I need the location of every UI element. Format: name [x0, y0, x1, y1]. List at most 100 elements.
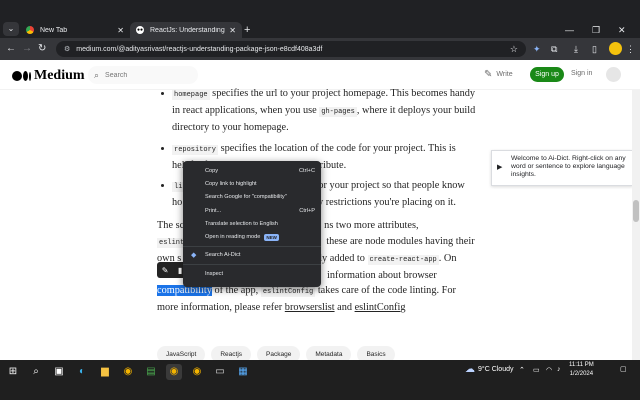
- list-item: homepage specifies the url to your proje…: [157, 86, 477, 136]
- download-icon[interactable]: ⤓: [574, 42, 578, 56]
- menu-item-inspect[interactable]: Inspect: [183, 267, 321, 280]
- minimize-icon[interactable]: —: [565, 22, 574, 38]
- extension-ai-icon[interactable]: ✦: [533, 42, 541, 56]
- text: tly added to: [316, 252, 368, 264]
- tab-medium-article[interactable]: ●● ReactJs: Understanding packag ✕: [130, 22, 242, 38]
- medium-logo-icon: [12, 71, 31, 81]
- ai-dict-icon: ◆: [191, 252, 197, 260]
- text: and: [334, 302, 355, 314]
- user-avatar-icon[interactable]: [606, 67, 621, 82]
- battery-icon[interactable]: ▭: [533, 366, 540, 374]
- system-clock[interactable]: 11:11 PM 1/2/2024: [569, 361, 594, 379]
- menu-item-search-google[interactable]: Search Google for "compatibility": [183, 191, 321, 204]
- menu-item-copy[interactable]: Copy Ctrl+C: [183, 164, 321, 177]
- search-icon: ⌕: [94, 69, 100, 80]
- menu-item-translate[interactable]: Translate selection to English: [183, 217, 321, 230]
- task-view-icon[interactable]: ▣: [51, 364, 67, 380]
- weather-widget[interactable]: ☁ 9°C Cloudy: [465, 364, 513, 375]
- menu-item-print[interactable]: Print... Ctrl+P: [183, 204, 321, 217]
- browserslist-link[interactable]: browserslist: [285, 302, 335, 313]
- windows-start-icon[interactable]: ⊞: [5, 364, 21, 380]
- text: The sc: [157, 220, 185, 232]
- reload-icon[interactable]: ↻: [38, 43, 46, 55]
- wifi-icon[interactable]: ◠: [546, 366, 552, 374]
- chrome-icon: [26, 26, 34, 34]
- menu-divider: [183, 245, 321, 247]
- text: any restrictions you're placing on it.: [308, 197, 456, 209]
- menu-item-search-ai-dict[interactable]: ◆ Search Ai-Dict: [183, 249, 321, 262]
- search-input[interactable]: [105, 71, 186, 79]
- response-icon[interactable]: ▮: [178, 266, 182, 275]
- inline-code: gh-pages: [319, 107, 357, 118]
- restore-icon[interactable]: ❐: [592, 22, 600, 38]
- write-button[interactable]: ✎ Write: [484, 69, 513, 80]
- bookmark-star-icon[interactable]: ☆: [510, 44, 518, 55]
- site-info-icon[interactable]: ⚙: [64, 45, 70, 53]
- page-scrollbar-track[interactable]: [632, 90, 640, 360]
- text: ns two more attributes,: [324, 220, 419, 232]
- inline-code: eslint: [157, 237, 187, 248]
- back-icon[interactable]: ←: [6, 43, 16, 55]
- menu-item-reading-mode[interactable]: Open in reading mode NEW: [183, 230, 321, 243]
- edge-icon[interactable]: ◐: [74, 364, 90, 380]
- close-tab-icon[interactable]: ✕: [117, 26, 124, 35]
- write-label: Write: [496, 71, 513, 78]
- url-text: medium.com/@adityasrivast/reactjs-unders…: [76, 45, 323, 53]
- inline-code: eslintConfig: [260, 287, 316, 298]
- tray-chevron-icon[interactable]: ⌃: [519, 366, 525, 374]
- weather-text: 9°C Cloudy: [478, 366, 514, 373]
- close-tab-icon[interactable]: ✕: [229, 26, 236, 35]
- inline-code: create-react-app: [367, 254, 439, 265]
- tab-title: ReactJs: Understanding packag: [150, 26, 225, 34]
- chrome-taskbar-icon[interactable]: ◉: [120, 364, 136, 380]
- profile-avatar-icon[interactable]: [609, 42, 622, 55]
- forward-icon[interactable]: →: [22, 43, 32, 55]
- menu-divider: [183, 264, 321, 266]
- file-explorer-icon[interactable]: ▆: [97, 364, 113, 380]
- close-window-icon[interactable]: ✕: [618, 22, 626, 38]
- text: these are node modules having their: [326, 235, 475, 247]
- ai-dict-message: Welcome to Ai-Dict. Right-click on any w…: [511, 155, 626, 179]
- chrome-profile-taskbar-icon[interactable]: ◉: [189, 364, 205, 380]
- volume-icon[interactable]: ♪: [557, 366, 561, 373]
- medium-search[interactable]: ⌕: [88, 66, 198, 84]
- windows-taskbar: ⊞ ⌕ ▣ ◐ ▆ ◉ ▤ ◉ ◉ ▭ ▦ ☁ 9°C Cloudy ⌃ ▭ ◠…: [0, 360, 640, 400]
- sign-up-button[interactable]: Sign up: [530, 67, 564, 82]
- clock-time: 11:11 PM: [569, 362, 594, 368]
- cloud-icon: ☁: [465, 364, 475, 375]
- eslintconfig-link[interactable]: eslintConfig: [355, 302, 406, 313]
- app-green-icon[interactable]: ▤: [143, 364, 159, 380]
- menu-label: Open in reading mode: [205, 234, 261, 241]
- new-badge: NEW: [264, 233, 279, 241]
- menu-item-copy-link-to-highlight[interactable]: Copy link to highlight: [183, 177, 321, 190]
- menu-label: Inspect: [205, 270, 224, 277]
- address-bar[interactable]: ⚙ medium.com/@adityasrivast/reactjs-unde…: [56, 41, 526, 57]
- medium-logo[interactable]: Medium: [12, 68, 85, 84]
- menu-label: Print...: [205, 207, 222, 214]
- new-tab-button[interactable]: +: [244, 22, 250, 38]
- page-scrollbar-thumb[interactable]: [633, 200, 639, 222]
- notifications-icon[interactable]: ▢: [620, 365, 627, 373]
- tab-new-tab[interactable]: New Tab ✕: [20, 22, 130, 38]
- taskbar-search-icon[interactable]: ⌕: [28, 364, 44, 380]
- browser-menu-icon[interactable]: ⋮: [626, 42, 635, 56]
- logo-text: Medium: [34, 68, 85, 83]
- menu-label: Search Google for "compatibility": [205, 194, 287, 201]
- text: for your project so that people know: [312, 180, 465, 192]
- play-icon[interactable]: ▶: [497, 163, 502, 171]
- tab-search-chevron-icon[interactable]: ⌄: [3, 22, 19, 36]
- menu-label: Copy: [205, 167, 219, 174]
- chrome-active-taskbar-icon[interactable]: ◉: [166, 364, 182, 380]
- inline-code: homepage: [172, 90, 210, 100]
- extensions-puzzle-icon[interactable]: ⧉: [551, 42, 557, 56]
- text: information about browser: [327, 270, 437, 282]
- side-panel-icon[interactable]: ▯: [592, 42, 597, 56]
- sign-in-link[interactable]: Sign in: [571, 70, 592, 77]
- highlight-pen-icon[interactable]: ✎: [162, 266, 169, 275]
- menu-label: Search Ai-Dict: [205, 252, 241, 259]
- text: . On: [438, 252, 457, 264]
- menu-shortcut: Ctrl+P: [299, 207, 315, 214]
- terminal-icon[interactable]: ▭: [212, 364, 228, 380]
- app-blue-icon[interactable]: ▦: [235, 364, 251, 380]
- medium-favicon-icon: ●●: [136, 26, 144, 34]
